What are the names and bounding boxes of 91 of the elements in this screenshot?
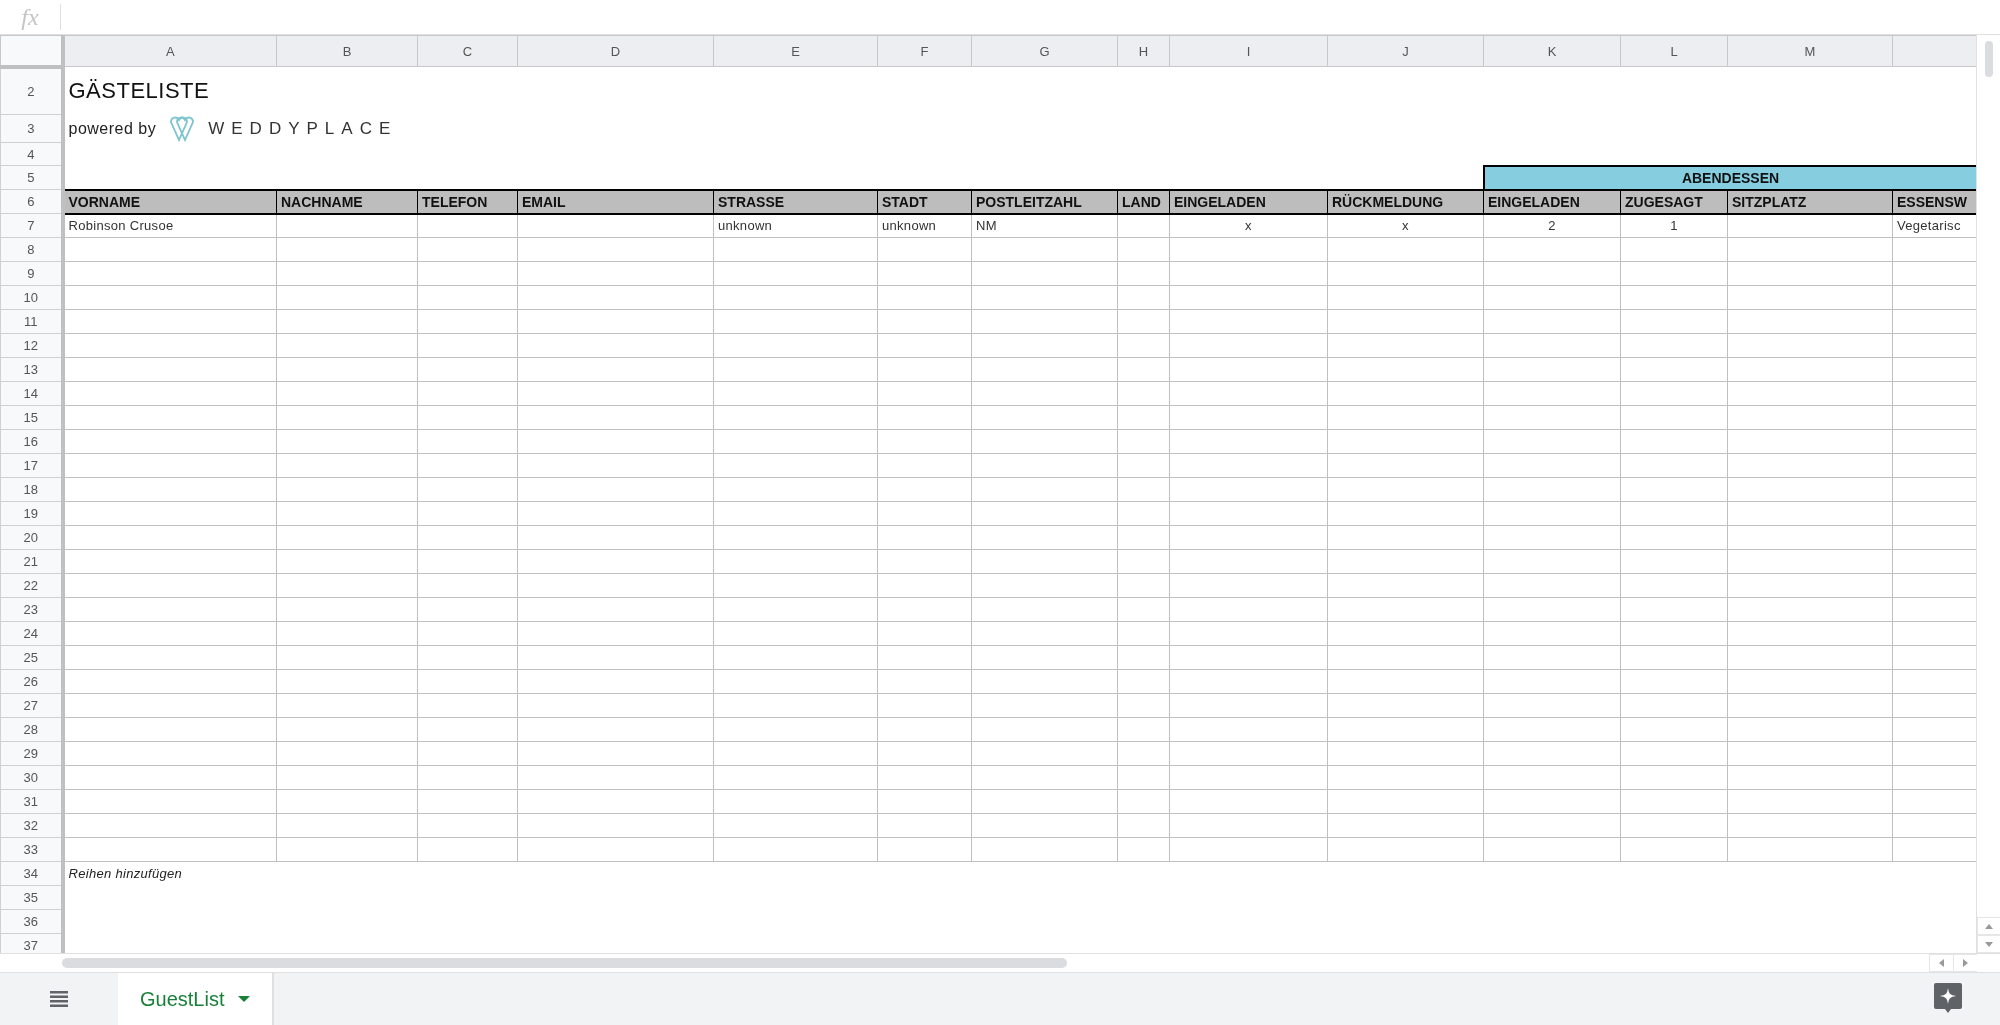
column-title: LAND (1117, 189, 1170, 214)
table-cell: unknown (713, 213, 878, 238)
row-number[interactable]: 8 (0, 237, 63, 262)
column-title: ZUGESAGT (1620, 189, 1728, 214)
row-number[interactable]: 26 (0, 669, 63, 694)
row-number[interactable]: 24 (0, 621, 63, 646)
column-header[interactable]: B (276, 35, 418, 67)
caret-left-icon (1939, 959, 1944, 967)
row-number[interactable]: 18 (0, 477, 63, 502)
column-title: POSTLEITZAHL (971, 189, 1118, 214)
column-header[interactable]: G (971, 35, 1118, 67)
row-number[interactable]: 3 (0, 114, 63, 143)
row-number[interactable]: 11 (0, 309, 63, 334)
scroll-up-button[interactable] (1977, 917, 2000, 935)
scroll-right-button[interactable] (1953, 954, 1977, 972)
row-number[interactable]: 22 (0, 573, 63, 598)
scroll-down-button[interactable] (1977, 935, 2000, 953)
scroll-left-button[interactable] (1929, 954, 1953, 972)
column-header[interactable]: E (713, 35, 878, 67)
heart-logo-icon (168, 115, 197, 142)
table-cell: x (1169, 213, 1328, 238)
sheet-tab[interactable]: GuestList (118, 973, 275, 1025)
column-title: VORNAME (62, 189, 277, 214)
column-header[interactable]: A (62, 35, 277, 67)
row-number[interactable]: 4 (0, 142, 63, 166)
row-number[interactable]: 13 (0, 357, 63, 382)
row-number[interactable]: 27 (0, 693, 63, 718)
powered-by-text: powered by (68, 119, 157, 138)
row-number[interactable]: 20 (0, 525, 63, 550)
sheet-title: GÄSTELISTE (68, 77, 210, 103)
column-title: STRASSE (713, 189, 878, 214)
row-number[interactable]: 29 (0, 741, 63, 766)
row-number[interactable]: 6 (0, 189, 63, 214)
column-header[interactable]: H (1117, 35, 1170, 67)
row-number[interactable]: 33 (0, 837, 63, 862)
table-cell: unknown (877, 213, 972, 238)
table-cell: NM (971, 213, 1118, 238)
column-title: NACHNAME (276, 189, 418, 214)
table-cell: Robinson Crusoe (62, 213, 277, 238)
row-number[interactable]: 16 (0, 429, 63, 454)
column-header[interactable]: M (1727, 35, 1893, 67)
caret-up-icon (1985, 923, 1993, 929)
column-title: ESSENSW (1892, 189, 1976, 214)
row-number[interactable]: 9 (0, 261, 63, 286)
row-number[interactable]: 7 (0, 213, 63, 238)
row-number[interactable]: 10 (0, 285, 63, 310)
column-header[interactable]: F (877, 35, 972, 67)
column-header[interactable]: L (1620, 35, 1728, 67)
row-number[interactable]: 2 (0, 66, 63, 115)
caret-right-icon (1963, 959, 1968, 967)
row-number[interactable]: 36 (0, 909, 63, 934)
scrollbar-thumb[interactable] (1984, 41, 1993, 77)
column-title: EINGELADEN (1483, 189, 1621, 214)
column-header[interactable]: C (417, 35, 518, 67)
row-number[interactable]: 32 (0, 813, 63, 838)
row-number[interactable]: 28 (0, 717, 63, 742)
row-number[interactable]: 5 (0, 165, 63, 190)
column-header[interactable]: D (517, 35, 714, 67)
row-number[interactable]: 35 (0, 885, 63, 910)
table-cell: 1 (1620, 213, 1728, 238)
column-title: RÜCKMELDUNG (1327, 189, 1484, 214)
row-number[interactable]: 12 (0, 333, 63, 358)
brand-logo-text: WEDDYPLACE (208, 118, 398, 139)
add-rows-note: Reihen hinzufügen (68, 866, 183, 882)
row-number[interactable]: 14 (0, 381, 63, 406)
column-title: STADT (877, 189, 972, 214)
column-title: SITZPLATZ (1727, 189, 1893, 214)
row-number[interactable]: 25 (0, 645, 63, 670)
caret-icon (238, 996, 251, 1002)
row-number[interactable]: 23 (0, 597, 63, 622)
row-number[interactable]: 31 (0, 789, 63, 814)
row-number[interactable]: 37 (0, 933, 63, 953)
column-header[interactable]: K (1483, 35, 1621, 67)
column-title: EINGELADEN (1169, 189, 1328, 214)
scrollbar-thumb[interactable] (62, 958, 1067, 968)
table-cell: x (1327, 213, 1484, 238)
menu-icon (50, 991, 68, 1007)
row-number[interactable]: 30 (0, 765, 63, 790)
column-title: TELEFON (417, 189, 518, 214)
caret-down-icon (1985, 941, 1993, 947)
row-number[interactable]: 19 (0, 501, 63, 526)
column-header[interactable]: J (1327, 35, 1484, 67)
row-number[interactable]: 34 (0, 861, 63, 886)
group-header: ABENDESSEN (1483, 165, 1976, 190)
row-number[interactable]: 15 (0, 405, 63, 430)
column-title: EMAIL (517, 189, 714, 214)
row-number[interactable]: 21 (0, 549, 63, 574)
row-number[interactable]: 17 (0, 453, 63, 478)
table-cell: 2 (1483, 213, 1621, 238)
column-header[interactable]: I (1169, 35, 1328, 67)
formula-label: fx (0, 4, 61, 30)
